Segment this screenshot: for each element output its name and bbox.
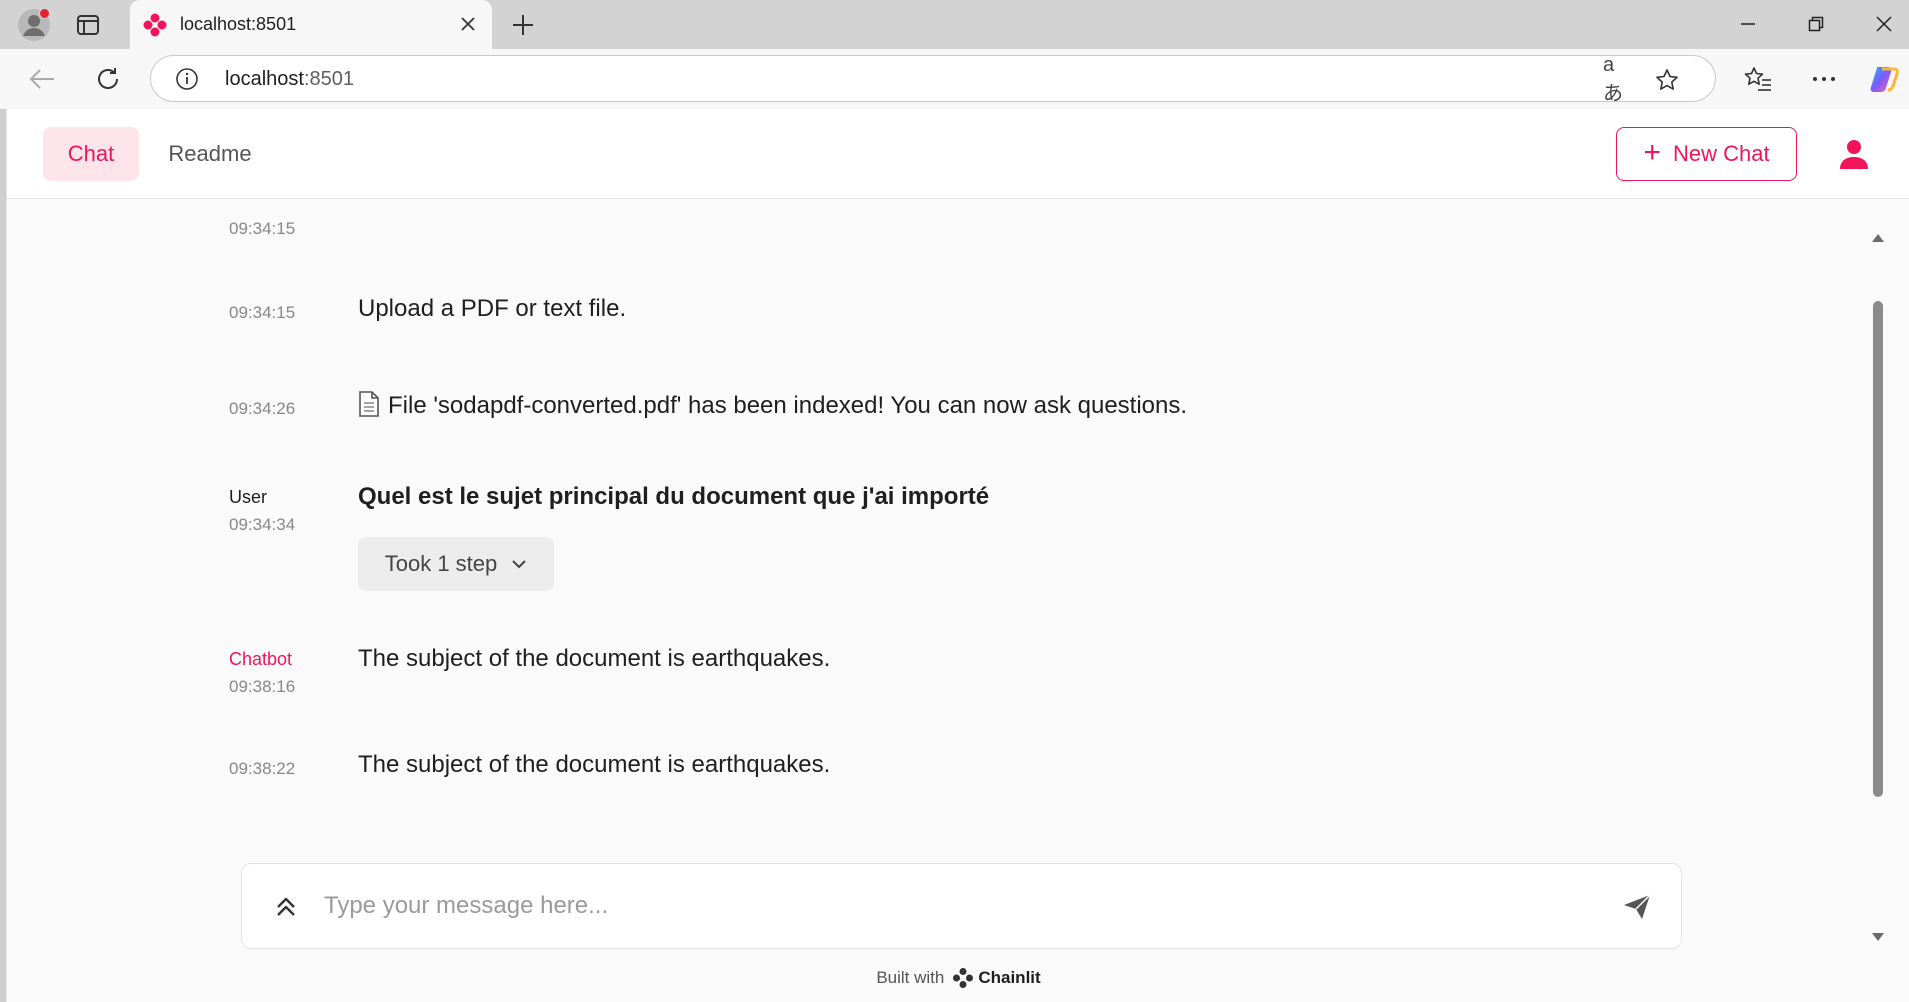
footer: Built with Chainlit: [7, 963, 1909, 993]
address-bar[interactable]: localhost:8501 aあ: [150, 54, 1716, 105]
app-header: Chat Readme + New Chat: [7, 109, 1909, 199]
brand-name: Chainlit: [978, 968, 1041, 987]
url-host: localhost: [225, 68, 304, 90]
plus-icon: +: [1643, 135, 1661, 169]
message-text: The subject of the document is earthquak…: [358, 751, 831, 778]
scroll-up-arrow-icon[interactable]: [1872, 234, 1884, 242]
message-input[interactable]: [324, 884, 1564, 928]
message-composer: [241, 863, 1682, 949]
scroll-down-arrow-icon[interactable]: [1872, 933, 1884, 941]
message-time: 09:34:15: [229, 303, 296, 322]
message-time: 09:38:22: [229, 759, 296, 778]
send-icon[interactable]: [1620, 890, 1654, 924]
url-text[interactable]: localhost:8501: [225, 68, 354, 91]
message-author: User: [229, 487, 268, 507]
chainlit-favicon-icon: [143, 13, 167, 37]
nav-readme-tab[interactable]: Readme: [155, 127, 265, 181]
tab-actions-icon[interactable]: [74, 12, 102, 38]
message-text: Quel est le sujet principal du document …: [358, 483, 990, 510]
message-text: File 'sodapdf-converted.pdf' has been in…: [388, 392, 1188, 419]
double-chevron-up-icon[interactable]: [270, 890, 302, 922]
new-chat-label: New Chat: [1672, 141, 1770, 166]
document-icon: [359, 391, 379, 417]
message-list: 09:34:15 09:34:15 Upload a PDF or text f…: [7, 199, 1877, 939]
message-time: 09:38:16: [229, 677, 296, 696]
message-time: 09:34:34: [229, 515, 296, 534]
profile-avatar-icon[interactable]: [16, 7, 52, 43]
tab-title: localhost:8501: [180, 14, 297, 34]
message-text: Upload a PDF or text file.: [358, 295, 627, 322]
new-tab-icon[interactable]: [508, 10, 538, 40]
nav-chat-tab[interactable]: Chat: [43, 127, 139, 181]
step-label: Took 1 step: [384, 551, 498, 576]
site-info-icon[interactable]: [175, 67, 199, 91]
tab-close-icon[interactable]: [456, 12, 480, 36]
scroll-thumb[interactable]: [1873, 301, 1883, 797]
favorite-star-icon[interactable]: [1653, 66, 1681, 94]
user-account-icon[interactable]: [1837, 137, 1871, 171]
message-author: Chatbot: [229, 649, 293, 669]
browser-toolbar: localhost:8501 aあ: [0, 49, 1909, 109]
message-scrollbar[interactable]: [1869, 229, 1887, 941]
took-step-toggle[interactable]: Took 1 step: [358, 537, 554, 591]
close-window-icon[interactable]: [1864, 8, 1904, 40]
message-time: 09:34:15: [229, 219, 296, 238]
chevron-down-icon: [512, 560, 526, 569]
chainlit-logo-icon: [953, 968, 974, 988]
new-chat-button[interactable]: + New Chat: [1616, 127, 1797, 181]
url-port: :8501: [303, 68, 354, 90]
chainlit-app: Chat Readme + New Chat 09:34:15 09:34:15…: [6, 109, 1909, 1002]
browser-tab-active[interactable]: localhost:8501: [130, 0, 492, 49]
translate-icon[interactable]: aあ: [1603, 54, 1631, 105]
more-options-icon[interactable]: [1806, 61, 1842, 97]
back-icon[interactable]: [24, 61, 60, 97]
minimize-icon[interactable]: [1728, 8, 1768, 40]
message-text: The subject of the document is earthquak…: [358, 645, 831, 672]
browser-tabstrip: localhost:8501: [0, 0, 1909, 49]
chainlit-brand-link[interactable]: Chainlit: [952, 967, 1041, 989]
restore-icon[interactable]: [1796, 8, 1836, 40]
favorites-list-icon[interactable]: [1740, 61, 1776, 97]
message-content: File 'sodapdf-converted.pdf' has been in…: [358, 391, 1187, 420]
notification-dot: [39, 8, 50, 19]
reload-icon[interactable]: [90, 61, 126, 97]
message-time: 09:34:26: [229, 399, 296, 418]
copilot-icon[interactable]: [1866, 61, 1902, 97]
built-with-text: Built with: [876, 968, 945, 987]
